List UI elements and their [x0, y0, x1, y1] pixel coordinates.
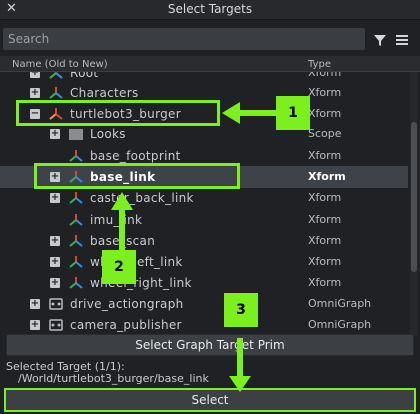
collapse-icon[interactable]: −: [30, 109, 40, 119]
xform-icon: [49, 87, 63, 99]
tree-row-drive-actiongraph[interactable]: + drive_actiongraph OmniGraph: [0, 293, 408, 315]
tree-label: wheel_right_link: [90, 276, 192, 290]
tree-type: Xform: [308, 276, 342, 289]
tree-row-base-scan[interactable]: + base_scan Xform: [0, 230, 408, 252]
tree-label: camera_publisher: [70, 318, 182, 332]
tree-type: Xform: [308, 170, 346, 183]
tree-label: base_scan: [90, 234, 156, 248]
window-title: Select Targets: [167, 2, 253, 16]
tree-label: base_link: [90, 170, 156, 184]
tree-type: Xform: [308, 72, 342, 79]
tree-label: imu_link: [90, 213, 143, 227]
search-box: [3, 28, 365, 50]
xform-icon: [69, 214, 83, 226]
search-row: [0, 24, 420, 54]
expand-icon[interactable]: +: [30, 320, 40, 330]
graph-icon: [49, 298, 63, 310]
folder-icon: [69, 129, 83, 140]
expand-icon[interactable]: +: [30, 299, 40, 309]
tree-row-base-link[interactable]: + base_link Xform: [0, 166, 408, 188]
column-name-header[interactable]: Name (Old to New): [12, 59, 108, 70]
xform-icon: [69, 235, 83, 247]
menu-icon[interactable]: [395, 33, 409, 47]
tree-row-characters[interactable]: + Characters Xform: [0, 82, 408, 104]
tree-row-imu-link[interactable]: imu_link Xform: [0, 209, 408, 231]
tree-label: wheel_left_link: [90, 255, 183, 269]
expand-icon[interactable]: +: [50, 129, 60, 139]
expand-icon[interactable]: +: [30, 88, 40, 98]
tree-type: Xform: [308, 234, 342, 247]
tree-type: OmniGraph: [308, 297, 372, 310]
tree-header: Name (Old to New) Type: [0, 56, 420, 72]
tree-row-wheel-left-link[interactable]: + wheel_left_link Xform: [0, 251, 408, 273]
tree-label: Root: [70, 72, 99, 80]
tree-row-camera-publisher[interactable]: + camera_publisher OmniGraph: [0, 314, 408, 336]
tree-type: Xform: [308, 191, 342, 204]
expand-icon[interactable]: +: [50, 193, 60, 203]
expand-icon[interactable]: +: [50, 278, 60, 288]
tree-type: Xform: [308, 149, 342, 162]
tree-row-looks[interactable]: + Looks Scope: [0, 123, 408, 145]
filter-icon[interactable]: [373, 33, 387, 47]
tree-type: Xform: [308, 107, 342, 120]
title-bar: ✕ Select Targets: [0, 0, 420, 20]
tree-label: Looks: [90, 127, 126, 141]
selected-target-path: /World/turtlebot3_burger/base_link: [18, 372, 209, 385]
xform-icon: [69, 171, 83, 183]
tree-row-turtlebot3-burger[interactable]: − turtlebot3_burger Xform: [0, 103, 408, 125]
xform-icon: [69, 150, 83, 162]
tree-label: Characters: [70, 86, 139, 100]
expand-icon[interactable]: +: [50, 236, 60, 246]
xform-icon: [69, 192, 83, 204]
tree-row-caster-back-link[interactable]: + caster_back_link Xform: [0, 187, 408, 209]
xform-icon: [49, 108, 63, 120]
scrollbar-thumb[interactable]: [411, 122, 417, 272]
prim-tree: + Root Xform + Characters Xform − turtle…: [0, 72, 408, 336]
search-input[interactable]: [3, 28, 365, 50]
tree-label: drive_actiongraph: [70, 297, 184, 311]
xform-icon: [49, 72, 63, 79]
graph-icon: [49, 319, 63, 331]
expand-icon[interactable]: +: [50, 172, 60, 182]
expand-icon[interactable]: +: [30, 72, 40, 78]
tree-label: turtlebot3_burger: [70, 107, 181, 121]
tree-type: Xform: [308, 86, 342, 99]
tree-type: Xform: [308, 213, 342, 226]
column-type-header[interactable]: Type: [308, 59, 331, 70]
select-graph-target-button[interactable]: Select Graph Target Prim: [6, 334, 414, 356]
xform-icon: [69, 256, 83, 268]
tree-type: OmniGraph: [308, 318, 372, 331]
tree-row-base-footprint[interactable]: base_footprint Xform: [0, 145, 408, 167]
tree-type: Scope: [308, 127, 342, 140]
xform-icon: [69, 277, 83, 289]
tree-label: base_footprint: [90, 149, 181, 163]
expand-icon[interactable]: +: [50, 257, 60, 267]
tree-type: Xform: [308, 255, 342, 268]
tree-row-wheel-right-link[interactable]: + wheel_right_link Xform: [0, 272, 408, 294]
tree-label: caster_back_link: [90, 191, 194, 205]
select-button[interactable]: Select: [4, 388, 416, 412]
tree-scrollbar[interactable]: [410, 72, 418, 336]
